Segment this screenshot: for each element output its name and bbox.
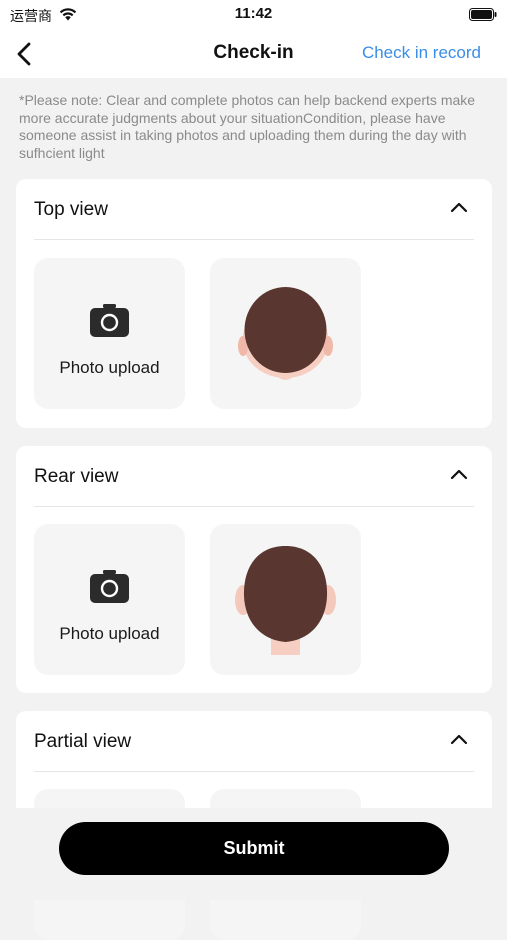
- divider: [34, 506, 474, 507]
- camera-icon: [90, 304, 129, 337]
- section-title: Partial view: [34, 731, 132, 752]
- check-in-record-link[interactable]: Check in record: [362, 43, 481, 63]
- nav-bar: Check-in Check in record: [0, 30, 507, 78]
- photo-upload-label: Photo upload: [59, 358, 160, 377]
- section-rear-view: Rear view Photo upload: [16, 446, 492, 693]
- example-photo-rear-view: [210, 524, 361, 675]
- section-top-view: Top view Photo upload: [16, 179, 492, 428]
- section-header-partial-view[interactable]: Partial view: [16, 711, 492, 771]
- photo-upload-label: Photo upload: [59, 624, 160, 643]
- section-title: Rear view: [34, 466, 119, 487]
- section-title: Top view: [34, 199, 108, 220]
- submit-button[interactable]: Submit: [59, 822, 449, 875]
- section-header-rear-view[interactable]: Rear view: [16, 446, 492, 506]
- chevron-up-icon[interactable]: [450, 468, 468, 480]
- photo-upload-button[interactable]: Photo upload: [34, 258, 185, 409]
- battery-icon: [469, 8, 497, 21]
- photo-tips-note: *Please note: Clear and complete photos …: [19, 92, 476, 161]
- section-header-top-view[interactable]: Top view: [16, 179, 492, 239]
- camera-icon: [90, 570, 129, 603]
- chevron-up-icon[interactable]: [450, 201, 468, 213]
- divider: [34, 239, 474, 240]
- head-top-view-illustration: [238, 287, 333, 380]
- head-rear-view-illustration: [235, 546, 336, 655]
- divider: [34, 771, 474, 772]
- clock: 11:42: [234, 5, 273, 22]
- back-arrow-icon[interactable]: [14, 40, 36, 68]
- status-bar: 运营商 11:42: [0, 0, 507, 30]
- chevron-up-icon[interactable]: [450, 733, 468, 745]
- photo-upload-button[interactable]: Photo upload: [34, 524, 185, 675]
- example-photo-top-view: [210, 258, 361, 409]
